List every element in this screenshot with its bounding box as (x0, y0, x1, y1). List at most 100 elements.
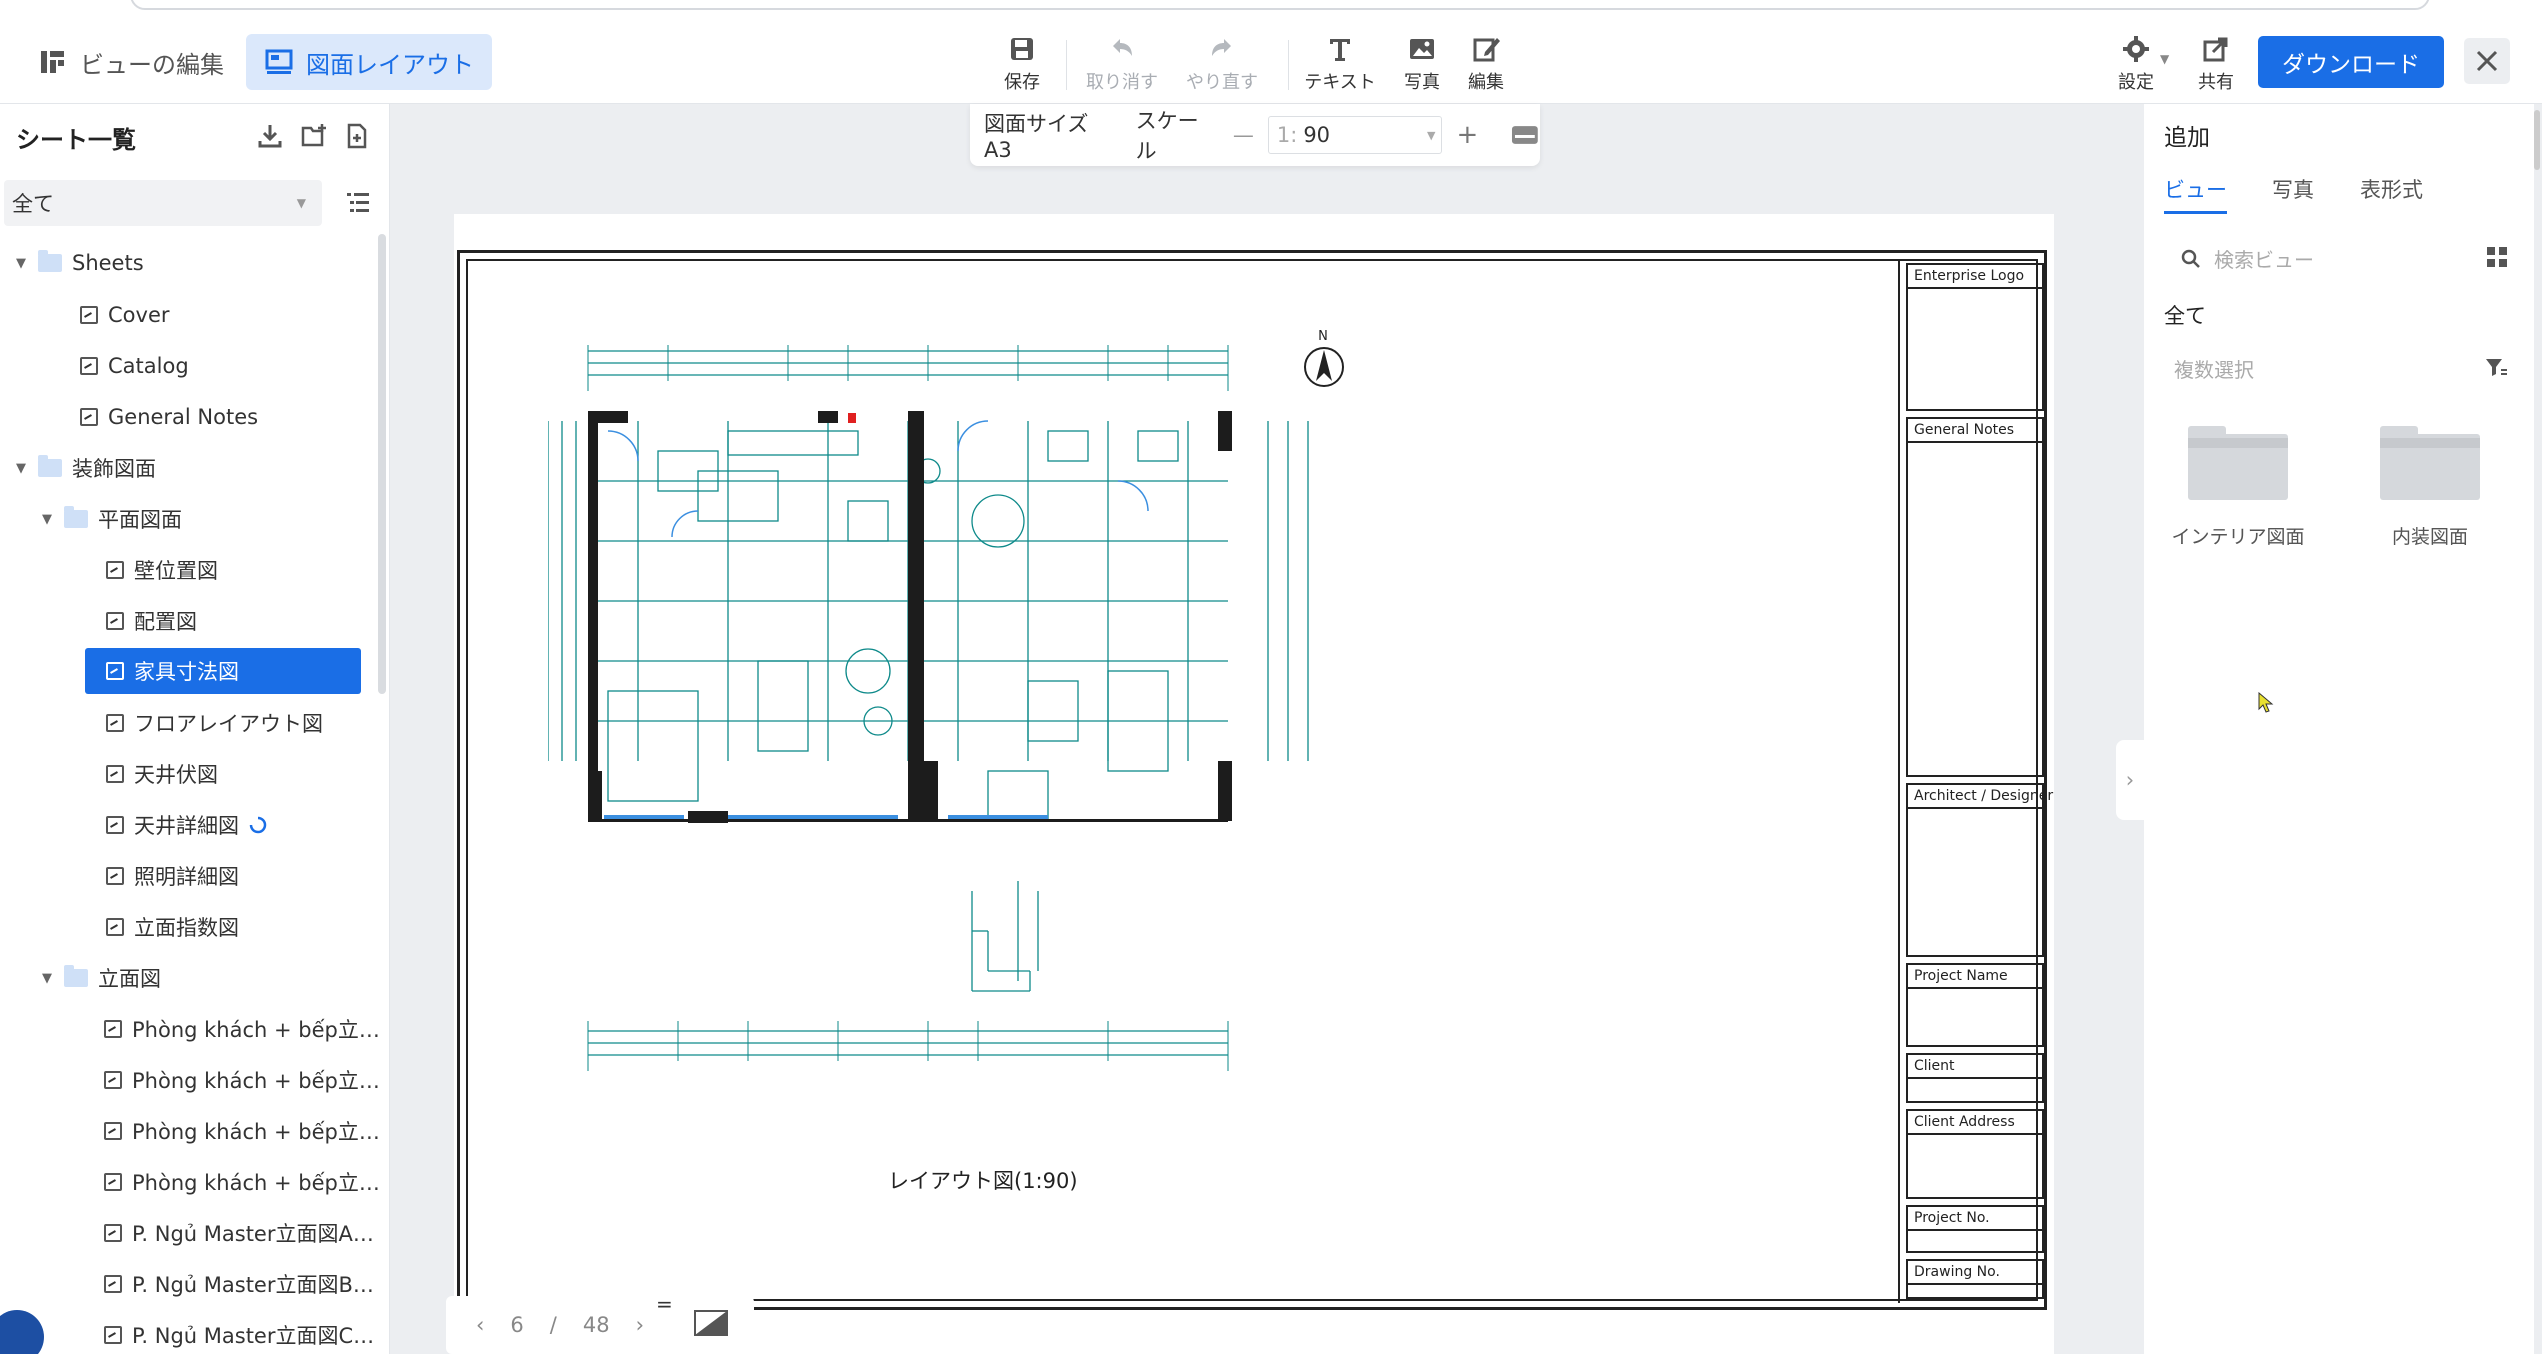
save-icon (1011, 38, 1033, 60)
tree-sheet-ceiling-plan[interactable]: 天井伏図 (106, 751, 218, 797)
prev-page-icon[interactable]: ‹ (476, 1313, 484, 1337)
sheet-icon (104, 1071, 122, 1089)
title-block-project-no[interactable]: Project No. (1906, 1205, 2044, 1253)
tree-folder-elevation[interactable]: ▼ 立面図 (40, 955, 161, 1001)
tree-sheet-elevation[interactable]: P. Ngủ Master立面図B… (104, 1261, 374, 1307)
tree-folder-sheets[interactable]: ▼ Sheets (14, 240, 144, 286)
tree-label: 壁位置図 (134, 559, 218, 583)
tab-views[interactable]: ビュー (2164, 174, 2227, 214)
next-page-icon[interactable]: › (636, 1313, 644, 1337)
download-icon[interactable] (256, 122, 284, 150)
tree-sheet-lighting-detail[interactable]: 照明詳細図 (106, 853, 239, 899)
scale-input[interactable]: 1: 90 ▼ (1267, 116, 1443, 154)
share-button[interactable]: 共有 (2176, 34, 2256, 94)
layout-tab[interactable]: 図面レイアウト (246, 34, 492, 90)
tree-folder-decoration[interactable]: ▼ 装飾図面 (14, 445, 156, 491)
tree-label: 平面図面 (98, 508, 182, 532)
view-card[interactable]: インテリア図面 (2158, 426, 2318, 549)
tree-label: P. Ngủ Master立面図C… (132, 1324, 375, 1348)
ruler-icon[interactable] (1510, 122, 1540, 148)
add-sheet-icon[interactable] (344, 122, 372, 150)
right-panel-scrollbar[interactable] (2534, 110, 2540, 170)
toolbar-divider (1288, 40, 1289, 90)
tree-label: Catalog (108, 354, 189, 378)
edit-label: 編集 (1468, 72, 1504, 93)
tree-sheet-catalog[interactable]: Catalog (80, 343, 189, 389)
edit-button[interactable]: 編集 (1446, 34, 1526, 94)
plus-icon[interactable]: + (1456, 120, 1478, 150)
tree-sheet-elevation[interactable]: Phòng khách + bếp立… (104, 1057, 380, 1103)
sheet-frame: N レイアウト図(1:90) Enterprise Logo General N… (457, 250, 2053, 1310)
folder-icon (64, 965, 88, 987)
chevron-down-icon[interactable]: ▼ (2160, 52, 2169, 66)
tree-sheet-cover[interactable]: Cover (80, 292, 170, 338)
redo-button[interactable]: やり直す (1182, 34, 1262, 94)
tree-sheet-furniture-dimensions[interactable]: 家具寸法図 (85, 648, 361, 694)
share-icon (2203, 37, 2228, 62)
title-block-enterprise-logo[interactable]: Enterprise Logo (1906, 263, 2044, 411)
tree-sheet-ceiling-detail[interactable]: 天井詳細図 (106, 802, 267, 848)
redo-label: やり直す (1186, 72, 1258, 93)
tab-tables[interactable]: 表形式 (2360, 174, 2423, 204)
close-button[interactable] (2464, 38, 2510, 84)
tree-sheet-elevation[interactable]: Phòng khách + bếp立… (104, 1006, 380, 1052)
title-block-drawing-no[interactable]: Drawing No. (1906, 1259, 2044, 1299)
tree-label: Cover (108, 303, 170, 327)
title-block-project-name[interactable]: Project Name (1906, 963, 2044, 1047)
sheet-icon (106, 612, 124, 630)
caret-down-icon[interactable]: ▼ (14, 256, 28, 271)
image-label: 写真 (1404, 72, 1440, 93)
caret-down-icon[interactable]: ▼ (14, 461, 28, 476)
tree-label: P. Ngủ Master立面図B… (132, 1273, 374, 1297)
tree-label: フロアレイアウト図 (134, 712, 323, 736)
download-button[interactable]: ダウンロード (2258, 36, 2444, 88)
contrast-icon[interactable] (694, 1310, 728, 1336)
layout-label: 図面レイアウト (306, 50, 474, 79)
tree-label: 照明詳細図 (134, 865, 239, 889)
undo-button[interactable]: 取り消す (1082, 34, 1162, 94)
filter-icon[interactable] (2484, 356, 2508, 378)
tree-sheet-arrangement[interactable]: 配置図 (106, 598, 197, 644)
sidebar-scrollbar[interactable] (378, 234, 386, 694)
tree-sheet-general-notes[interactable]: General Notes (80, 394, 258, 440)
save-button[interactable]: 保存 (982, 34, 1062, 94)
tree-sheet-elevation[interactable]: Phòng khách + bếp立… (104, 1159, 380, 1205)
tree-sheet-elevation[interactable]: P. Ngủ Master立面図A… (104, 1210, 374, 1256)
tree-sheet-wall-position[interactable]: 壁位置図 (106, 547, 218, 593)
sheet-icon (80, 408, 98, 426)
minus-icon[interactable]: — (1233, 123, 1254, 147)
current-page[interactable]: 6 (510, 1313, 523, 1337)
title-block-client-address[interactable]: Client Address (1906, 1109, 2044, 1199)
tree-sheet-elevation-index[interactable]: 立面指数図 (106, 904, 239, 950)
edit-view-tab[interactable]: ビューの編集 (20, 34, 242, 90)
title-block-label: General Notes (1908, 419, 2042, 443)
sheet-icon (106, 867, 124, 885)
add-folder-icon[interactable] (300, 122, 328, 150)
multi-select-toggle[interactable]: 複数選択 (2174, 354, 2254, 383)
view-search-input[interactable]: 検索ビュー (2180, 244, 2314, 273)
tree-sheet-floor-layout[interactable]: フロアレイアウト図 (106, 700, 323, 746)
caret-down-icon[interactable]: ▼ (40, 971, 54, 986)
tree-label: 立面図 (98, 967, 161, 991)
grid-view-icon[interactable] (2486, 246, 2508, 268)
tab-photos[interactable]: 写真 (2272, 174, 2314, 204)
chevron-down-icon[interactable]: ▼ (1427, 129, 1435, 142)
title-block-architect[interactable]: Architect / Designer (1906, 783, 2053, 957)
sheet-inner-frame: N レイアウト図(1:90) Enterprise Logo General N… (466, 259, 2053, 1303)
tree-sheet-elevation[interactable]: Phòng khách + bếp立… (104, 1108, 380, 1154)
tree-folder-plan[interactable]: ▼ 平面図面 (40, 496, 182, 542)
drag-handle-icon[interactable]: = (656, 1292, 673, 1316)
list-view-icon[interactable] (344, 188, 372, 216)
tree-label: Phòng khách + bếp立… (132, 1018, 380, 1042)
text-button[interactable]: テキスト (1300, 34, 1380, 94)
expand-panel-icon[interactable]: › (2116, 740, 2144, 820)
tree-sheet-elevation[interactable]: P. Ngủ Master立面図C… (104, 1312, 374, 1354)
text-label: テキスト (1304, 72, 1376, 93)
title-block-general-notes[interactable]: General Notes (1906, 417, 2044, 777)
address-bar[interactable] (130, 0, 2430, 10)
view-card[interactable]: 内装図面 (2350, 426, 2510, 549)
sheet-filter-select[interactable]: 全て ▼ (4, 180, 322, 226)
add-panel: 追加 ビュー 写真 表形式 検索ビュー 全て 複数選択 インテリア図面 内装図面 (2144, 104, 2534, 1354)
caret-down-icon[interactable]: ▼ (40, 512, 54, 527)
title-block-client[interactable]: Client (1906, 1053, 2044, 1103)
